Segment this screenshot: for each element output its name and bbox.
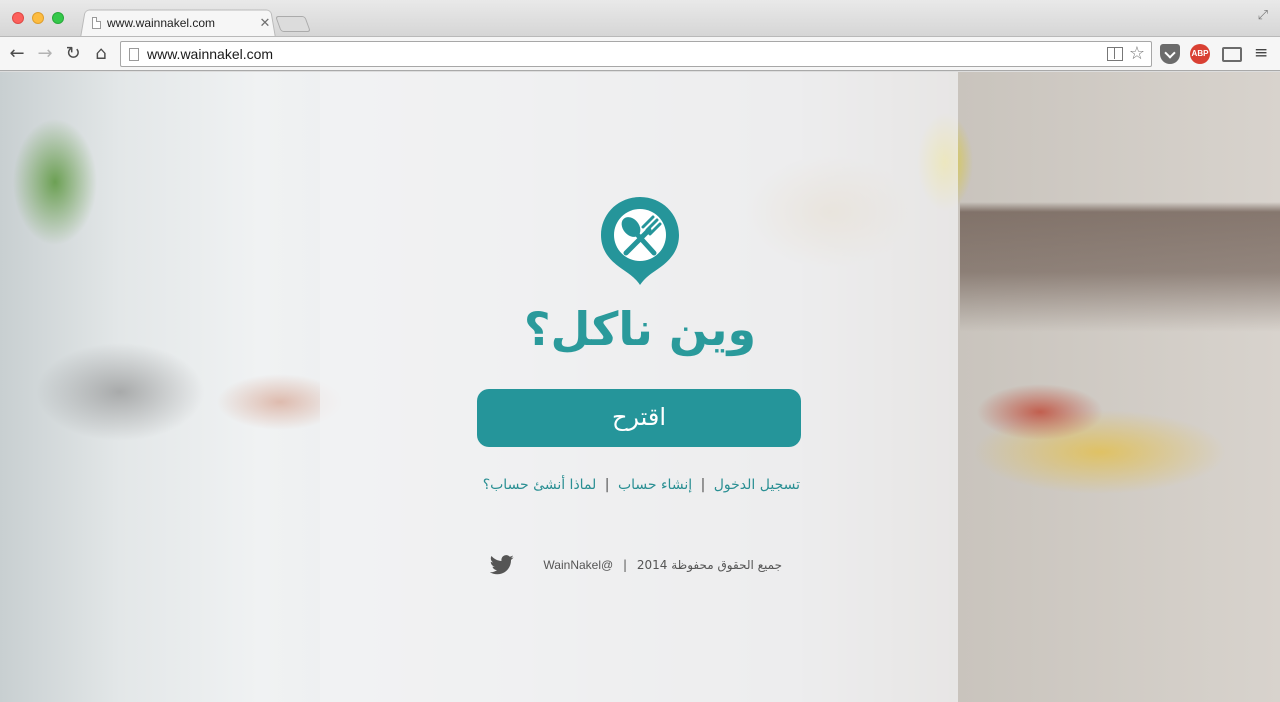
zoom-window-button[interactable] — [52, 12, 64, 24]
account-links: تسجيل الدخول | إنشاء حساب | لماذا أنشئ ح… — [440, 477, 800, 493]
fullscreen-icon[interactable]: ⤢ — [1258, 8, 1268, 23]
forward-icon[interactable]: → — [33, 42, 57, 66]
home-icon[interactable]: ⌂ — [89, 42, 113, 66]
cast-icon[interactable] — [1222, 47, 1242, 62]
browser-tab-content[interactable]: www.wainnakel.com ✕ — [92, 12, 272, 34]
link-separator: | — [604, 477, 610, 493]
reader-mode-icon[interactable] — [1106, 47, 1123, 61]
address-url[interactable]: www.wainnakel.com — [147, 46, 1107, 62]
link-separator: | — [700, 477, 706, 493]
page-icon — [129, 47, 139, 61]
brand-title: وين ناكل؟ — [523, 302, 757, 356]
back-icon[interactable]: ← — [5, 42, 29, 66]
footer-separator: | — [623, 558, 628, 572]
restaurant-pin-logo-icon — [601, 197, 679, 285]
tab-close-icon[interactable]: ✕ — [258, 16, 272, 31]
center-panel — [320, 72, 958, 702]
footer: جميع الحقوق محفوظة 2014 | @WainNakel — [490, 554, 782, 576]
footer-text: جميع الحقوق محفوظة 2014 | @WainNakel — [543, 558, 782, 572]
new-tab-button[interactable] — [275, 16, 311, 32]
why-register-link[interactable]: لماذا أنشئ حساب؟ — [483, 477, 597, 493]
browser-titlebar: www.wainnakel.com ✕ ⤢ — [0, 0, 1280, 38]
reload-icon[interactable]: ↻ — [61, 42, 85, 66]
browser-toolbar: ← → ↻ ⌂ www.wainnakel.com ☆ ABP ≡ — [0, 36, 1280, 71]
tab-title: www.wainnakel.com — [107, 16, 216, 30]
twitter-handle-link[interactable]: @WainNakel — [543, 558, 613, 572]
twitter-icon[interactable] — [490, 555, 514, 575]
page-viewport: وين ناكل؟ اقترح تسجيل الدخول | إنشاء حسا… — [0, 72, 1280, 702]
copyright-text: جميع الحقوق محفوظة 2014 — [636, 558, 782, 572]
page-icon — [92, 17, 101, 29]
pocket-icon[interactable] — [1160, 44, 1180, 64]
suggest-button[interactable]: اقترح — [477, 389, 801, 447]
minimize-window-button[interactable] — [32, 12, 44, 24]
menu-icon[interactable]: ≡ — [1254, 43, 1268, 63]
close-window-button[interactable] — [12, 12, 24, 24]
login-link[interactable]: تسجيل الدخول — [714, 477, 800, 493]
adblock-plus-icon[interactable]: ABP — [1190, 44, 1210, 64]
address-bar[interactable]: www.wainnakel.com ☆ — [120, 41, 1152, 67]
register-link[interactable]: إنشاء حساب — [618, 477, 692, 493]
bookmark-star-icon[interactable]: ☆ — [1129, 45, 1145, 63]
